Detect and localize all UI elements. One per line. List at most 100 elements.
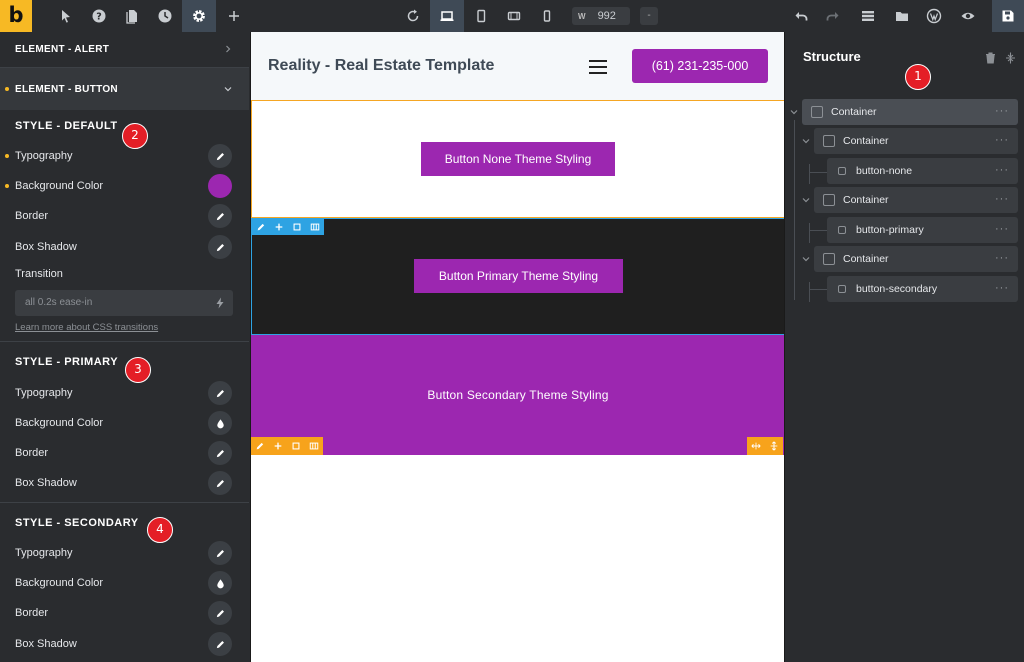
color-drop-icon[interactable] bbox=[208, 571, 232, 595]
edit-pencil-icon[interactable] bbox=[208, 632, 232, 656]
edit-pencil-icon[interactable] bbox=[252, 219, 270, 235]
undo-icon[interactable] bbox=[786, 0, 816, 32]
canvas-width-input[interactable]: W 992 bbox=[572, 7, 630, 25]
section-button-none[interactable]: Button None Theme Styling bbox=[251, 100, 785, 218]
element-toolbar bbox=[252, 219, 324, 235]
phone-button[interactable]: (61) 231-235-000 bbox=[632, 49, 768, 83]
color-swatch[interactable] bbox=[208, 174, 232, 198]
section-button-secondary[interactable]: Button Secondary Theme Styling bbox=[251, 335, 785, 455]
collapse-icon[interactable] bbox=[1005, 52, 1016, 64]
accordion-element-button[interactable]: ELEMENT - BUTTON bbox=[0, 68, 249, 110]
color-drop-icon[interactable] bbox=[208, 411, 232, 435]
more-options-icon[interactable]: ··· bbox=[995, 128, 1009, 152]
section-button-primary[interactable]: Button Primary Theme Styling bbox=[251, 218, 785, 335]
button-primary[interactable]: Button Primary Theme Styling bbox=[414, 259, 623, 293]
chevron-down-icon[interactable] bbox=[801, 254, 811, 264]
history-icon[interactable] bbox=[149, 0, 181, 32]
learn-css-transitions-link[interactable]: Learn more about CSS transitions bbox=[15, 322, 158, 333]
section-title-style-default[interactable]: STYLE - DEFAULT bbox=[15, 120, 118, 132]
refresh-icon[interactable] bbox=[398, 0, 428, 32]
tree-node-container[interactable]: Container ··· bbox=[814, 128, 1018, 154]
columns-icon[interactable] bbox=[305, 437, 323, 455]
more-options-icon[interactable]: ··· bbox=[995, 246, 1009, 270]
trash-icon[interactable] bbox=[985, 52, 996, 64]
redo-icon[interactable] bbox=[818, 0, 848, 32]
preview-eye-icon[interactable] bbox=[952, 0, 984, 32]
edit-pencil-icon[interactable] bbox=[208, 204, 232, 228]
more-options-icon[interactable]: ··· bbox=[995, 276, 1009, 300]
container-icon[interactable] bbox=[288, 219, 306, 235]
pages-icon[interactable] bbox=[116, 0, 148, 32]
edit-pencil-icon[interactable] bbox=[251, 437, 269, 455]
edit-pencil-icon[interactable] bbox=[208, 441, 232, 465]
more-options-icon[interactable]: ··· bbox=[995, 217, 1009, 241]
section-resize-toolbar bbox=[747, 437, 783, 455]
prop-typography-secondary[interactable]: Typography bbox=[0, 538, 249, 568]
edit-pencil-icon[interactable] bbox=[208, 381, 232, 405]
mobile-icon[interactable] bbox=[532, 0, 562, 32]
button-secondary[interactable]: Button Secondary Theme Styling bbox=[251, 335, 785, 455]
hamburger-menu-icon[interactable] bbox=[589, 60, 607, 74]
site-header[interactable]: Reality - Real Estate Template (61) 231-… bbox=[251, 32, 785, 100]
width-unit[interactable]: - bbox=[640, 7, 658, 25]
button-none[interactable]: Button None Theme Styling bbox=[421, 142, 615, 176]
help-icon[interactable]: ? bbox=[83, 0, 115, 32]
prop-border-primary[interactable]: Border bbox=[0, 438, 249, 468]
resize-width-icon[interactable] bbox=[747, 437, 765, 455]
save-icon[interactable] bbox=[992, 0, 1024, 32]
container-icon[interactable] bbox=[287, 437, 305, 455]
columns-icon[interactable] bbox=[306, 219, 324, 235]
tablet-portrait-icon[interactable] bbox=[466, 0, 496, 32]
prop-border-default[interactable]: Border bbox=[0, 201, 249, 231]
resize-height-icon[interactable] bbox=[765, 437, 783, 455]
tree-node-container[interactable]: Container ··· bbox=[814, 187, 1018, 213]
tree-node-button-secondary[interactable]: button-secondary ··· bbox=[827, 276, 1018, 302]
prop-label: Transition bbox=[15, 268, 63, 280]
container-icon bbox=[823, 135, 835, 147]
tree-node-container[interactable]: Container ··· bbox=[802, 99, 1018, 125]
tree-node-container[interactable]: Container ··· bbox=[814, 246, 1018, 272]
add-plus-icon[interactable] bbox=[270, 219, 288, 235]
site-title[interactable]: Reality - Real Estate Template bbox=[268, 32, 494, 100]
prop-background-color-primary[interactable]: Background Color bbox=[0, 408, 249, 438]
edit-pencil-icon[interactable] bbox=[208, 601, 232, 625]
edit-pencil-icon[interactable] bbox=[208, 471, 232, 495]
edit-pencil-icon[interactable] bbox=[208, 144, 232, 168]
wordpress-icon[interactable] bbox=[918, 0, 950, 32]
section-title-style-secondary[interactable]: STYLE - SECONDARY bbox=[15, 517, 139, 529]
templates-folder-icon[interactable] bbox=[886, 0, 918, 32]
lightning-icon[interactable] bbox=[215, 297, 225, 309]
prop-box-shadow-primary[interactable]: Box Shadow bbox=[0, 468, 249, 498]
more-options-icon[interactable]: ··· bbox=[995, 99, 1009, 123]
settings-gear-icon[interactable] bbox=[182, 0, 216, 32]
tree-line bbox=[809, 223, 810, 243]
builder-logo[interactable]: b bbox=[0, 0, 32, 32]
transition-input[interactable]: all 0.2s ease-in bbox=[15, 290, 233, 316]
structure-panel-icon[interactable] bbox=[852, 0, 884, 32]
prop-typography-primary[interactable]: Typography bbox=[0, 378, 249, 408]
edit-pencil-icon[interactable] bbox=[208, 541, 232, 565]
desktop-breakpoint-icon[interactable] bbox=[430, 0, 464, 32]
section-title-style-primary[interactable]: STYLE - PRIMARY bbox=[15, 356, 118, 368]
node-label: Container bbox=[843, 253, 889, 265]
chevron-down-icon[interactable] bbox=[789, 107, 799, 117]
tablet-landscape-icon[interactable] bbox=[498, 0, 530, 32]
prop-box-shadow-default[interactable]: Box Shadow bbox=[0, 232, 249, 262]
more-options-icon[interactable]: ··· bbox=[995, 187, 1009, 211]
prop-typography-default[interactable]: Typography bbox=[0, 141, 249, 171]
node-label: Container bbox=[831, 106, 877, 118]
chevron-down-icon[interactable] bbox=[801, 195, 811, 205]
edit-pencil-icon[interactable] bbox=[208, 235, 232, 259]
chevron-down-icon[interactable] bbox=[801, 136, 811, 146]
add-plus-icon[interactable] bbox=[269, 437, 287, 455]
add-element-icon[interactable] bbox=[218, 0, 250, 32]
prop-border-secondary[interactable]: Border bbox=[0, 598, 249, 628]
prop-background-color-default[interactable]: Background Color bbox=[0, 171, 249, 201]
tree-node-button-primary[interactable]: button-primary ··· bbox=[827, 217, 1018, 243]
prop-background-color-secondary[interactable]: Background Color bbox=[0, 568, 249, 598]
cursor-icon[interactable] bbox=[50, 0, 82, 32]
tree-node-button-none[interactable]: button-none ··· bbox=[827, 158, 1018, 184]
accordion-element-alert[interactable]: ELEMENT - ALERT bbox=[0, 32, 249, 66]
more-options-icon[interactable]: ··· bbox=[995, 158, 1009, 182]
prop-box-shadow-secondary[interactable]: Box Shadow bbox=[0, 629, 249, 659]
